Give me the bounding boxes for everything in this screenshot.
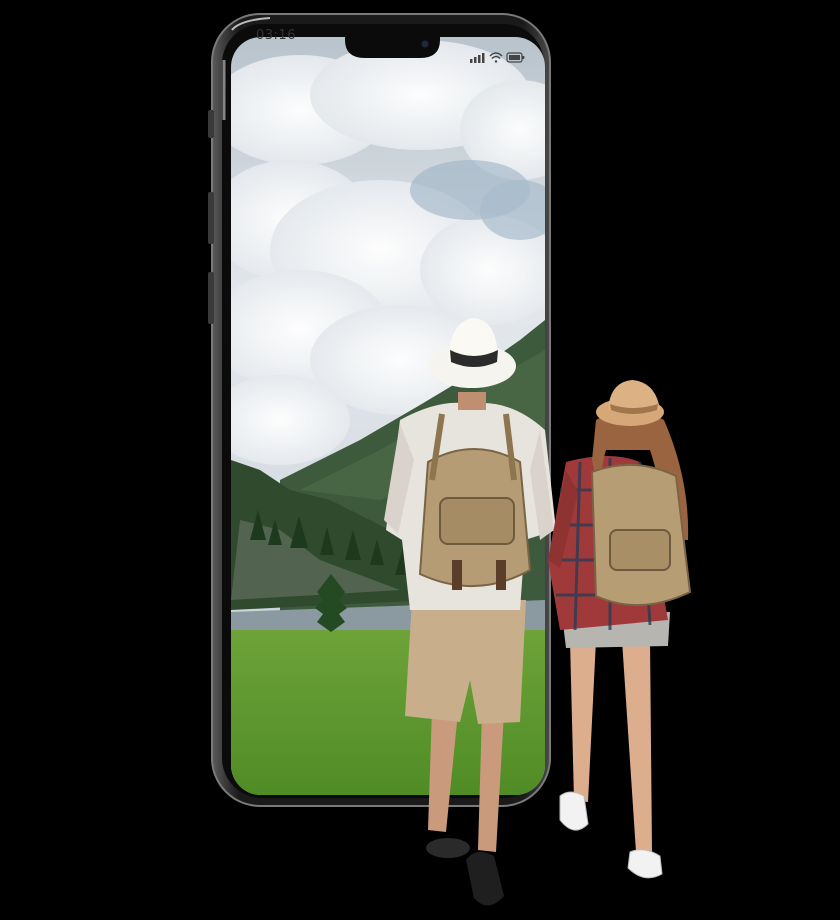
woman-hiker	[548, 380, 692, 879]
phone-side-button-2	[208, 192, 214, 244]
phone-side-button-1	[208, 110, 214, 138]
scene-artwork	[208, 13, 692, 906]
phone-side-button-3	[208, 272, 214, 324]
composition: 03:16	[0, 0, 840, 920]
